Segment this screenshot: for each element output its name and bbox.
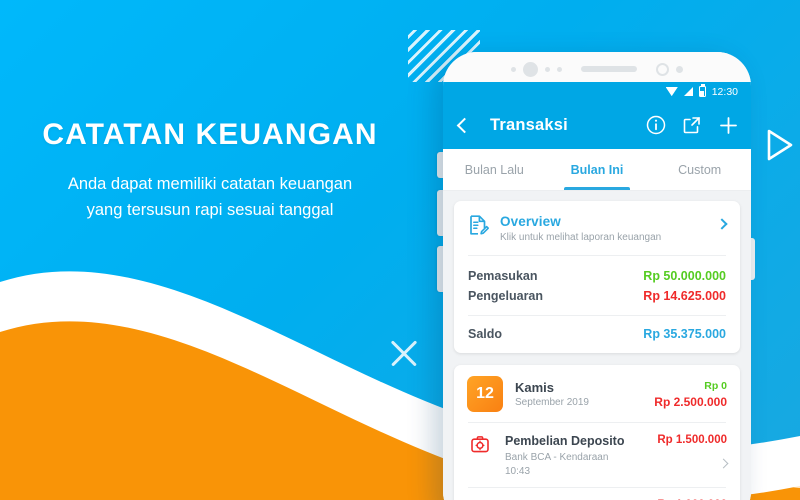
signal-icon xyxy=(683,87,693,96)
day-income-total: Rp 0 xyxy=(704,379,727,392)
chevron-right-icon[interactable] xyxy=(716,218,728,230)
status-bar-time: 12:30 xyxy=(711,85,738,98)
battery-icon xyxy=(698,84,706,97)
safe-box-icon xyxy=(467,434,493,454)
sensor-dot-icon xyxy=(557,66,562,72)
promo-subtitle-line-2: yang tersusun rapi sesuai tanggal xyxy=(86,200,334,219)
transaction-right: Rp 1.500.000 xyxy=(657,434,729,469)
transaction-main: Pembelian Deposito Bank BCA - Kendaraan … xyxy=(505,434,645,477)
triangle-decoration xyxy=(767,129,793,161)
date-badge: 12 xyxy=(467,376,503,412)
overview-subtitle: Klik untuk melihat laporan keuangan xyxy=(500,232,662,243)
info-icon[interactable] xyxy=(645,114,667,136)
overview-card[interactable]: Overview Klik untuk melihat laporan keua… xyxy=(454,201,740,353)
phone-mockup: 12:30 Transaksi Bulan Lalu Bulan Ini Cus… xyxy=(443,52,751,500)
report-document-icon xyxy=(468,214,489,241)
plus-icon[interactable] xyxy=(717,114,739,136)
transaction-description: Bank BCA - Kendaraan xyxy=(505,452,609,463)
row-value: Rp 14.625.000 xyxy=(643,289,726,303)
overview-header[interactable]: Overview Klik untuk melihat laporan keua… xyxy=(454,201,740,255)
day-totals: Rp 0 Rp 2.500.000 xyxy=(654,380,727,409)
app-bar-title: Transaksi xyxy=(490,115,568,134)
status-bar: 12:30 xyxy=(443,82,751,101)
title-bar: Transaksi xyxy=(443,101,751,149)
page-title: CATATAN KEUANGAN xyxy=(42,118,378,151)
back-chevron-icon[interactable] xyxy=(456,117,473,133)
sensor-dot-icon xyxy=(676,65,683,73)
tab-label: Bulan Lalu xyxy=(464,162,524,177)
overview-title: Overview xyxy=(500,214,561,229)
transaction-screen: Overview Klik untuk melihat laporan keua… xyxy=(443,191,751,500)
app-bar: 12:30 Transaksi xyxy=(443,82,751,149)
day-expense-total: Rp 2.500.000 xyxy=(654,394,727,409)
phone-top-bezel xyxy=(443,52,751,82)
x-mark-decoration xyxy=(387,336,421,370)
day-header: 12 Kamis September 2019 Rp 0 Rp 2.500.00… xyxy=(454,365,740,422)
tab-bulan-lalu[interactable]: Bulan Lalu xyxy=(443,149,546,190)
overview-text: Overview Klik untuk melihat laporan keua… xyxy=(500,214,707,243)
overview-summary-rows: Pemasukan Rp 50.000.000 Pengeluaran Rp 1… xyxy=(454,256,740,315)
transaction-amount: Rp 1.500.000 xyxy=(657,434,727,446)
day-month-year: September 2019 xyxy=(515,397,589,408)
sensor-dot-icon xyxy=(511,66,516,72)
overview-row-pengeluaran: Pengeluaran Rp 14.625.000 xyxy=(468,286,726,306)
transaction-time: 10:43 xyxy=(505,466,531,477)
chevron-right-icon[interactable] xyxy=(718,458,729,469)
overview-row-saldo: Saldo Rp 35.375.000 xyxy=(454,316,740,353)
transaction-row[interactable]: Emas Rp 1.000.000 xyxy=(454,488,740,500)
front-camera-icon xyxy=(523,61,538,77)
day-group-card: 12 Kamis September 2019 Rp 0 Rp 2.500.00… xyxy=(454,365,740,500)
overview-row-pemasukan: Pemasukan Rp 50.000.000 xyxy=(468,266,726,286)
row-value: Rp 35.375.000 xyxy=(643,327,726,341)
slide-canvas: CATATAN KEUANGAN Anda dapat memiliki cat… xyxy=(0,0,800,500)
promo-subtitle: Anda dapat memiliki catatan keuangan yan… xyxy=(0,172,420,223)
iris-scanner-icon xyxy=(656,62,669,76)
promo-copy: CATATAN KEUANGAN Anda dapat memiliki cat… xyxy=(0,118,420,223)
row-label: Saldo xyxy=(468,327,503,341)
transaction-name: Pembelian Deposito xyxy=(505,434,625,448)
earpiece-speaker xyxy=(581,66,637,72)
tab-bulan-ini[interactable]: Bulan Ini xyxy=(546,149,649,190)
tab-bar: Bulan Lalu Bulan Ini Custom xyxy=(443,149,751,191)
sensor-dot-icon xyxy=(545,66,550,72)
tab-label: Bulan Ini xyxy=(570,162,624,177)
row-label: Pemasukan xyxy=(468,269,538,283)
tab-label: Custom xyxy=(678,162,722,177)
row-value: Rp 50.000.000 xyxy=(643,269,726,283)
wifi-icon xyxy=(665,87,678,96)
transaction-row[interactable]: Pembelian Deposito Bank BCA - Kendaraan … xyxy=(454,423,740,487)
row-label: Pengeluaran xyxy=(468,289,544,303)
day-text: Kamis September 2019 xyxy=(515,380,642,408)
promo-subtitle-line-1: Anda dapat memiliki catatan keuangan xyxy=(67,175,353,193)
share-icon[interactable] xyxy=(681,114,703,136)
day-name: Kamis xyxy=(515,380,555,395)
tab-custom[interactable]: Custom xyxy=(648,149,751,190)
